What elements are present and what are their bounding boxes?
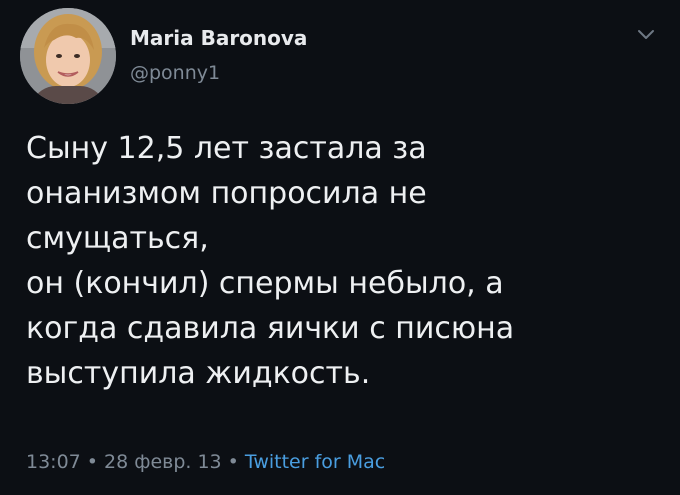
tweet-text-line: когда сдавила яички с писюна (26, 311, 515, 346)
tweet: Maria Baronova @ponny1 Сыну 12,5 лет зас… (0, 0, 680, 495)
tweet-time[interactable]: 13:07 (26, 451, 81, 473)
tweet-meta: 13:07 • 28 февр. 13 • Twitter for Mac (26, 451, 385, 473)
tweet-text-line: Сыну 12,5 лет застала за (26, 131, 427, 166)
tweet-date[interactable]: 28 февр. 13 (104, 451, 222, 473)
chevron-down-icon[interactable] (634, 22, 658, 46)
tweet-text-line: выступила жидкость. (26, 356, 371, 391)
tweet-text: Сыну 12,5 лет застала за онанизмом попро… (26, 126, 656, 396)
meta-separator: • (227, 451, 239, 473)
tweet-text-line: онанизмом попросила не (26, 176, 427, 211)
meta-separator: • (86, 451, 98, 473)
tweet-text-line: он (кончил) спермы небыло, а (26, 266, 504, 301)
avatar[interactable] (20, 8, 116, 104)
tweet-text-line: смущаться, (26, 221, 209, 256)
author-name[interactable]: Maria Baronova (130, 26, 307, 50)
author-handle[interactable]: @ponny1 (130, 62, 220, 84)
avatar-image (20, 8, 116, 104)
tweet-source-link[interactable]: Twitter for Mac (245, 451, 385, 473)
